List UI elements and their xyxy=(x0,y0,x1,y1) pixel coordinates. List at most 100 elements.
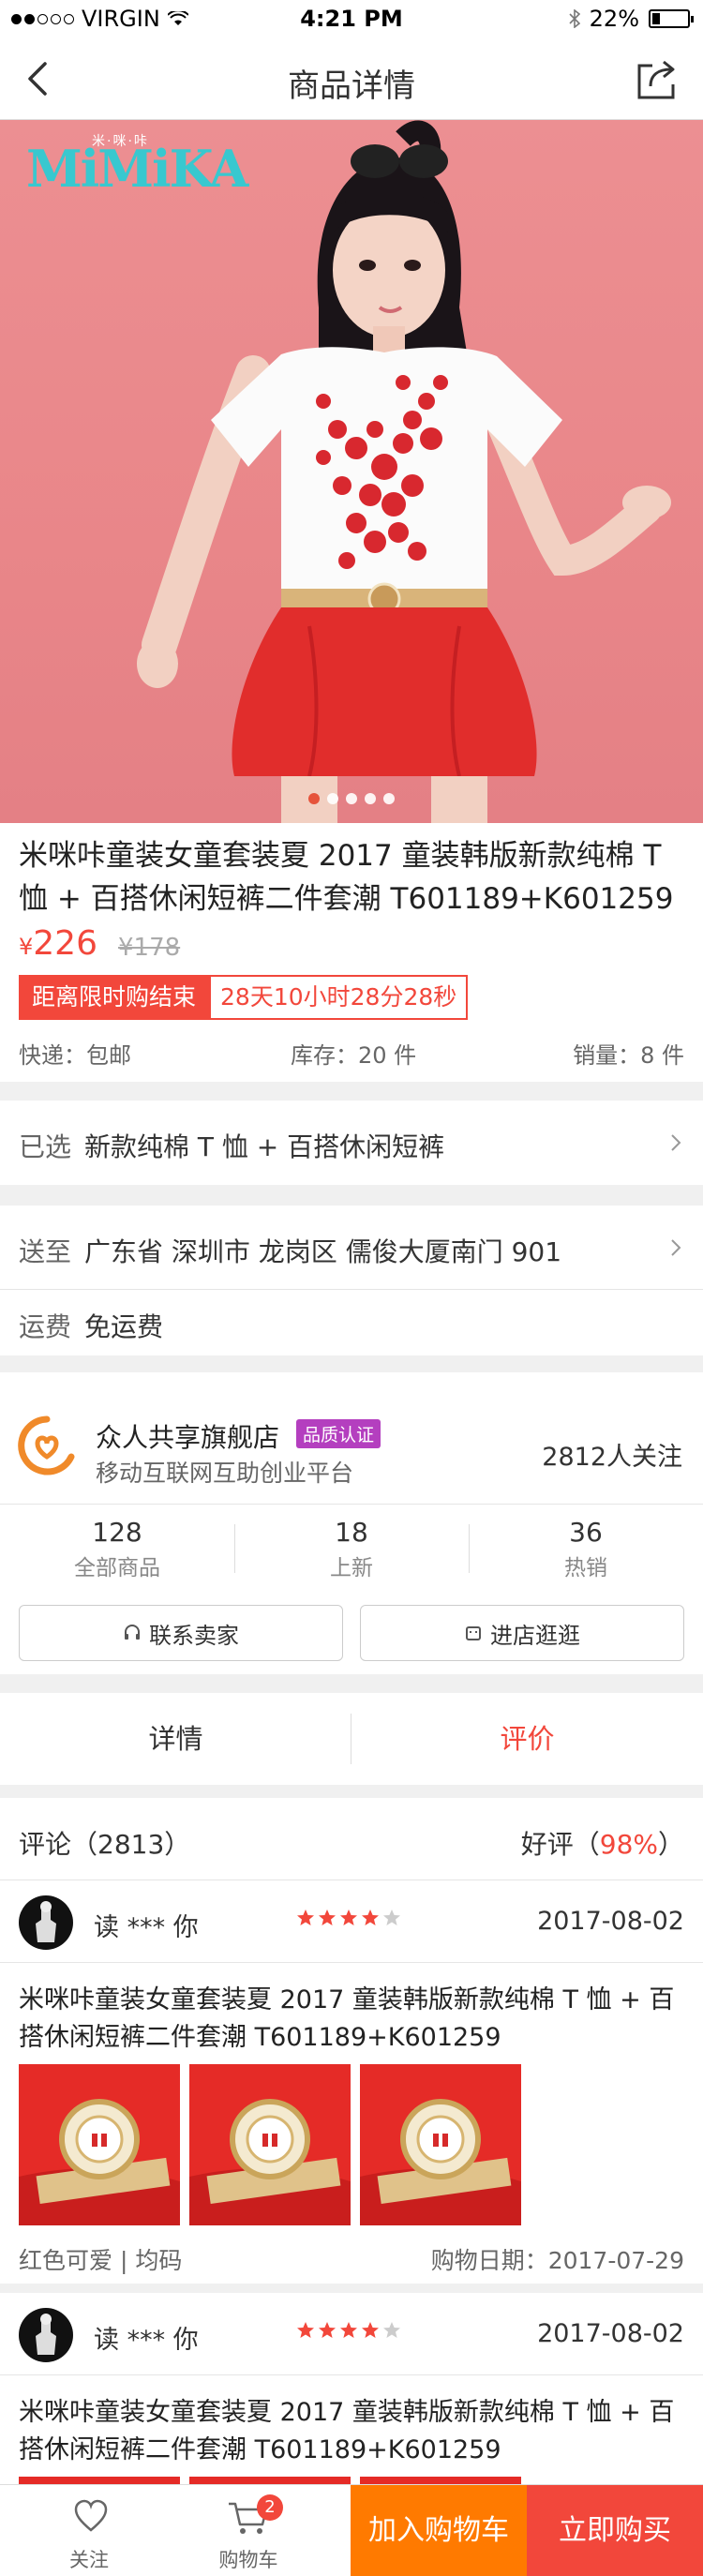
stat-label: 热销 xyxy=(564,1556,607,1580)
reviews-count: 评论（2813） xyxy=(19,1829,191,1860)
add-to-cart-button[interactable]: 加入购物车 xyxy=(351,2485,527,2576)
tab-details[interactable]: 详情 xyxy=(0,1693,352,1785)
carousel-pager xyxy=(0,793,703,804)
divider xyxy=(0,1504,703,1505)
share-icon[interactable] xyxy=(634,56,681,101)
shop-name[interactable]: 众人共享旗舰店 xyxy=(96,1417,279,1455)
countdown-label: 距离限时购结束 xyxy=(19,975,210,1020)
star-icon xyxy=(362,1910,379,1925)
battery-icon xyxy=(649,9,694,28)
stat-label: 上新 xyxy=(330,1556,373,1580)
review-image[interactable] xyxy=(360,2064,521,2225)
review-text: 米咪咔童装女童套装夏 2017 童装韩版新款纯棉 T 恤 + 百搭休闲短裤二件套… xyxy=(19,2398,675,2464)
selected-spec-row[interactable]: 已选 新款纯棉 T 恤 + 百搭休闲短裤 xyxy=(0,1101,703,1185)
review-footer: 红色可爱 | 均码 购物日期：2017-07-29 xyxy=(19,2242,684,2276)
favorite-button[interactable]: 关注 xyxy=(0,2485,178,2576)
star-icon xyxy=(297,1910,314,1925)
chevron-right-icon xyxy=(671,1239,681,1256)
shop-description: 移动互联网互助创业平台 xyxy=(96,1460,354,1487)
shipping-info: 快递：包邮 xyxy=(19,1042,131,1069)
pager-dot[interactable] xyxy=(346,793,357,804)
brand-logo: MiMiKA 米·咪·咔 xyxy=(26,134,248,199)
bluetooth-icon xyxy=(569,9,580,28)
star-icon xyxy=(383,1910,400,1925)
navigation-bar: 商品详情 xyxy=(0,37,703,120)
visit-shop-label: 进店逛逛 xyxy=(490,1622,580,1649)
star-icon xyxy=(340,1910,357,1925)
review-image[interactable] xyxy=(19,2064,180,2225)
countdown-time: 28天10小时28分28秒 xyxy=(209,975,469,1020)
chevron-right-icon xyxy=(671,1134,681,1151)
current-price: ¥226 xyxy=(19,924,97,963)
avatar xyxy=(19,1895,73,1950)
deliver-value: 广东省 深圳市 龙岗区 儒俊大厦南门 901 xyxy=(84,1236,562,1267)
stat-number: 128 xyxy=(92,1517,142,1548)
product-photo xyxy=(137,120,671,823)
deliver-key: 送至 xyxy=(19,1236,72,1267)
stat-hot-sales[interactable]: 36 热销 xyxy=(469,1517,703,1581)
heart-icon xyxy=(74,2499,108,2532)
cart-label: 购物车 xyxy=(218,2549,278,2571)
stat-all-products[interactable]: 128 全部商品 xyxy=(0,1517,234,1581)
status-right: 22% xyxy=(569,6,694,32)
sales-info: 销量：8 件 xyxy=(573,1042,684,1069)
selected-key: 已选 xyxy=(19,1131,72,1162)
shop-followers: 2812人关注 xyxy=(542,1443,682,1472)
review-user-header: 读 *** 你 2017-08-02 xyxy=(0,2293,703,2375)
quality-badge: 品质认证 xyxy=(296,1419,381,1448)
freight-row: 运费 免运费 xyxy=(0,1290,703,1355)
pager-dot[interactable] xyxy=(383,793,395,804)
tab-reviews[interactable]: 评价 xyxy=(352,1693,703,1785)
reviewer-name: 读 *** 你 xyxy=(94,1913,199,1942)
star-icon xyxy=(340,2322,357,2338)
stock-info: 库存：20 件 xyxy=(291,1042,417,1069)
original-price: ¥178 xyxy=(118,934,181,962)
divider xyxy=(0,2284,703,2293)
bottom-action-bar: 关注 2 购物车 加入购物车 立即购买 xyxy=(0,2484,703,2576)
status-bar: VIRGIN 4:21 PM 22% xyxy=(0,0,703,37)
avatar xyxy=(19,2308,73,2362)
stat-number: 36 xyxy=(569,1517,603,1548)
visit-shop-button[interactable]: 进店逛逛 xyxy=(360,1605,684,1661)
review-image[interactable] xyxy=(189,2064,351,2225)
pager-dot[interactable] xyxy=(308,793,320,804)
freight-key: 运费 xyxy=(19,1311,72,1342)
review-date: 2017-08-02 xyxy=(537,1907,684,1936)
headset-icon xyxy=(125,1625,140,1640)
battery-percent: 22% xyxy=(589,6,639,32)
freight-value: 免运费 xyxy=(84,1311,164,1342)
purchase-date: 购物日期：2017-07-29 xyxy=(430,2247,684,2274)
review-text: 米咪咔童装女童套装夏 2017 童装韩版新款纯棉 T 恤 + 百搭休闲短裤二件套… xyxy=(19,1985,675,2052)
star-icon xyxy=(362,2322,379,2338)
review-date: 2017-08-02 xyxy=(537,2319,684,2348)
reviews-header: 评论（2813） 好评（98%） xyxy=(0,1798,703,1880)
cart-button[interactable]: 2 购物车 xyxy=(159,2485,337,2576)
stat-new-arrivals[interactable]: 18 上新 xyxy=(234,1517,469,1581)
positive-rate: 好评（98%） xyxy=(520,1829,684,1860)
rating-stars xyxy=(296,1909,401,1927)
stat-number: 18 xyxy=(335,1517,368,1548)
star-icon xyxy=(297,2322,314,2338)
pager-dot[interactable] xyxy=(365,793,376,804)
page-title: 商品详情 xyxy=(288,67,415,105)
delivery-address-row[interactable]: 送至 广东省 深圳市 龙岗区 儒俊大厦南门 901 xyxy=(0,1206,703,1290)
shop-logo-icon[interactable] xyxy=(17,1415,77,1475)
product-image-carousel[interactable]: MiMiKA 米·咪·咔 xyxy=(0,120,703,823)
review-images xyxy=(19,2064,521,2225)
buy-now-button[interactable]: 立即购买 xyxy=(527,2485,703,2576)
rating-stars xyxy=(296,2321,401,2340)
review-item: 读 *** 你 2017-08-02 米咪咔童装女童套装夏 2017 童装韩版新… xyxy=(0,2293,703,2492)
flash-sale-countdown: 距离限时购结束 28天10小时28分28秒 xyxy=(19,975,469,1020)
contact-seller-button[interactable]: 联系卖家 xyxy=(19,1605,343,1661)
shop-card: 众人共享旗舰店 品质认证 移动互联网互助创业平台 2812人关注 128 全部商… xyxy=(0,1372,703,1674)
reviewer-name: 读 *** 你 xyxy=(94,2326,199,2355)
review-spec: 红色可爱 | 均码 xyxy=(19,2247,183,2274)
review-item: 读 *** 你 2017-08-02 米咪咔童装女童套装夏 2017 童装韩版新… xyxy=(0,1880,703,2293)
product-name: 米咪咔童装女童套装夏 2017 童装韩版新款纯棉 T 恤 + 百搭休闲短裤二件套… xyxy=(19,839,674,916)
star-icon xyxy=(383,2322,400,2338)
selected-value: 新款纯棉 T 恤 + 百搭休闲短裤 xyxy=(84,1131,445,1162)
cart-count-badge: 2 xyxy=(257,2494,283,2521)
stat-label: 全部商品 xyxy=(74,1556,160,1580)
review-user-header: 读 *** 你 2017-08-02 xyxy=(0,1880,703,1963)
pager-dot[interactable] xyxy=(327,793,338,804)
